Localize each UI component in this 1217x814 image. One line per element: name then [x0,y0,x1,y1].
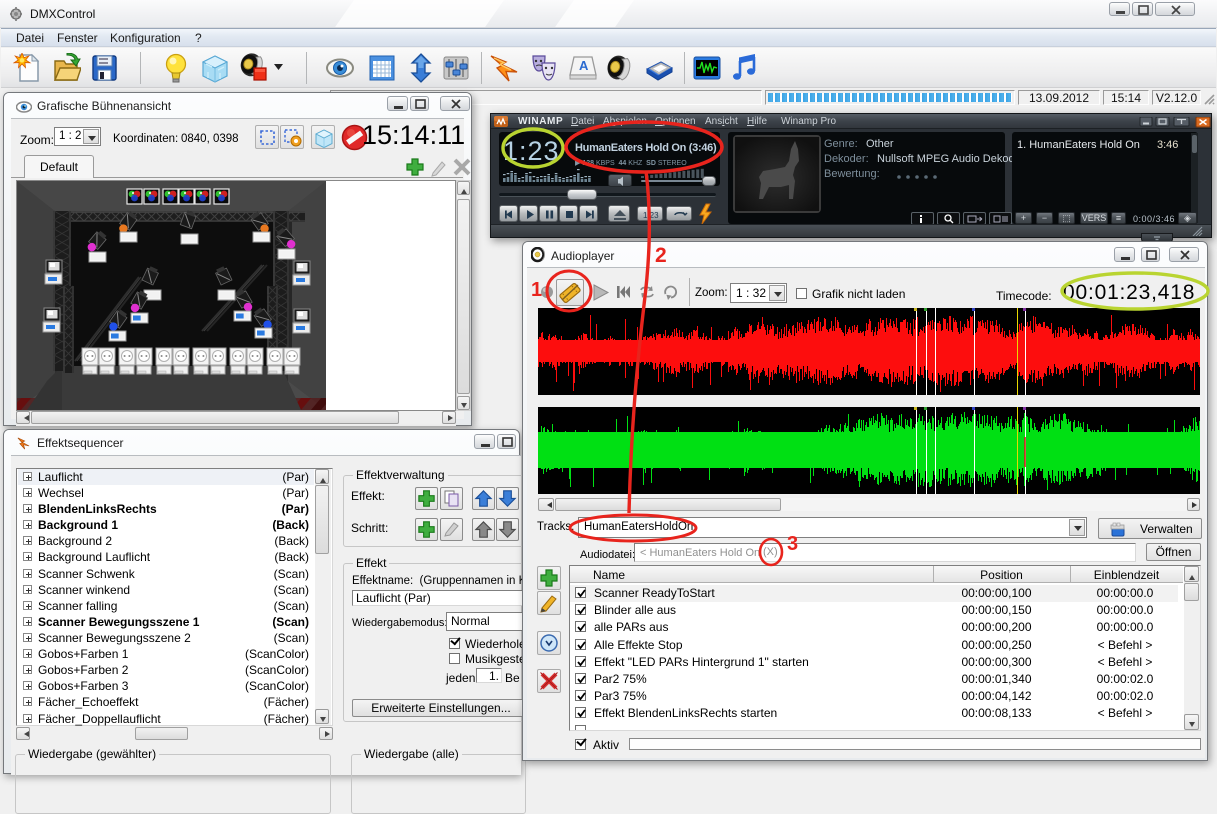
svg-text:1;23: 1;23 [643,211,659,220]
svg-text:A: A [579,58,589,73]
